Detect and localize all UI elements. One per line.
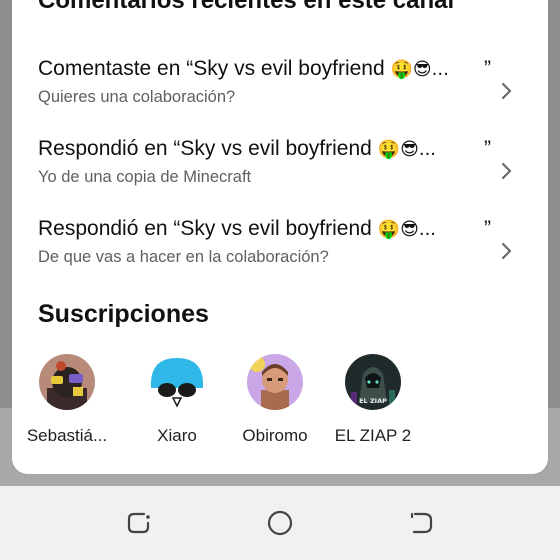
channel-avatar[interactable]: EL ZIAP xyxy=(345,354,401,410)
recent-apps-icon[interactable] xyxy=(124,508,154,538)
channel-name: Sebastiá... xyxy=(26,426,108,445)
comment-text: De que vas a hacer en la colaboración? xyxy=(38,248,329,266)
comment-title: Comentaste en “Sky vs evil boyfriend 🤑😎.… xyxy=(38,54,449,85)
comment-text: Yo de una copia de Minecraft xyxy=(38,168,252,186)
channel-avatar[interactable] xyxy=(247,354,303,410)
channel-avatar[interactable] xyxy=(39,354,95,410)
subscription-item[interactable]: EL ZIAP EL ZIAP 2 xyxy=(318,354,428,454)
home-icon[interactable] xyxy=(265,508,295,538)
comment-title-quote: ” xyxy=(484,137,491,160)
recent-comments-title: Comentarios recientes en este canal xyxy=(38,0,455,14)
comment-title: Respondió en “Sky vs evil boyfriend 🤑😎..… xyxy=(38,134,436,165)
comment-title-emoji: 🤑😎... xyxy=(390,59,449,80)
channel-name: EL ZIAP 2 xyxy=(334,426,412,445)
comment-title-text: Comentaste en “Sky vs evil boyfriend xyxy=(38,57,385,80)
subscription-item[interactable]: Obiromo xyxy=(220,354,330,454)
comment-row[interactable]: Respondió en “Sky vs evil boyfriend 🤑😎..… xyxy=(12,134,548,212)
comment-title-text: Respondió en “Sky vs evil boyfriend xyxy=(38,217,372,240)
comment-row[interactable]: Respondió en “Sky vs evil boyfriend 🤑😎..… xyxy=(12,214,548,292)
comment-title-emoji: 🤑😎... xyxy=(377,219,437,240)
channel-info-sheet: Comentarios recientes en este canal Come… xyxy=(12,0,548,474)
comment-title-quote: ” xyxy=(484,217,491,240)
back-icon[interactable] xyxy=(406,508,436,538)
comment-title-quote: ” xyxy=(484,57,491,80)
channel-avatar[interactable] xyxy=(149,354,205,410)
chevron-right-icon[interactable] xyxy=(498,236,516,266)
avatar-logo-text: EL ZIAP xyxy=(359,397,387,405)
channel-name: Obiromo xyxy=(242,426,308,445)
chevron-right-icon[interactable] xyxy=(498,156,516,186)
comment-title-text: Respondió en “Sky vs evil boyfriend xyxy=(38,137,372,160)
comment-title-emoji: 🤑😎... xyxy=(377,139,437,160)
system-navigation-bar xyxy=(0,486,560,560)
comment-row[interactable]: Comentaste en “Sky vs evil boyfriend 🤑😎.… xyxy=(12,54,548,132)
subscriptions-title: Suscripciones xyxy=(38,300,209,328)
channel-name: Xiaro xyxy=(157,426,197,445)
subscription-item[interactable]: Xiaro xyxy=(122,354,232,454)
comment-text: Quieres una colaboración? xyxy=(38,88,236,106)
comment-title: Respondió en “Sky vs evil boyfriend 🤑😎..… xyxy=(38,214,436,245)
chevron-right-icon[interactable] xyxy=(498,76,516,106)
subscription-item[interactable]: Sebastiá... xyxy=(12,354,122,454)
